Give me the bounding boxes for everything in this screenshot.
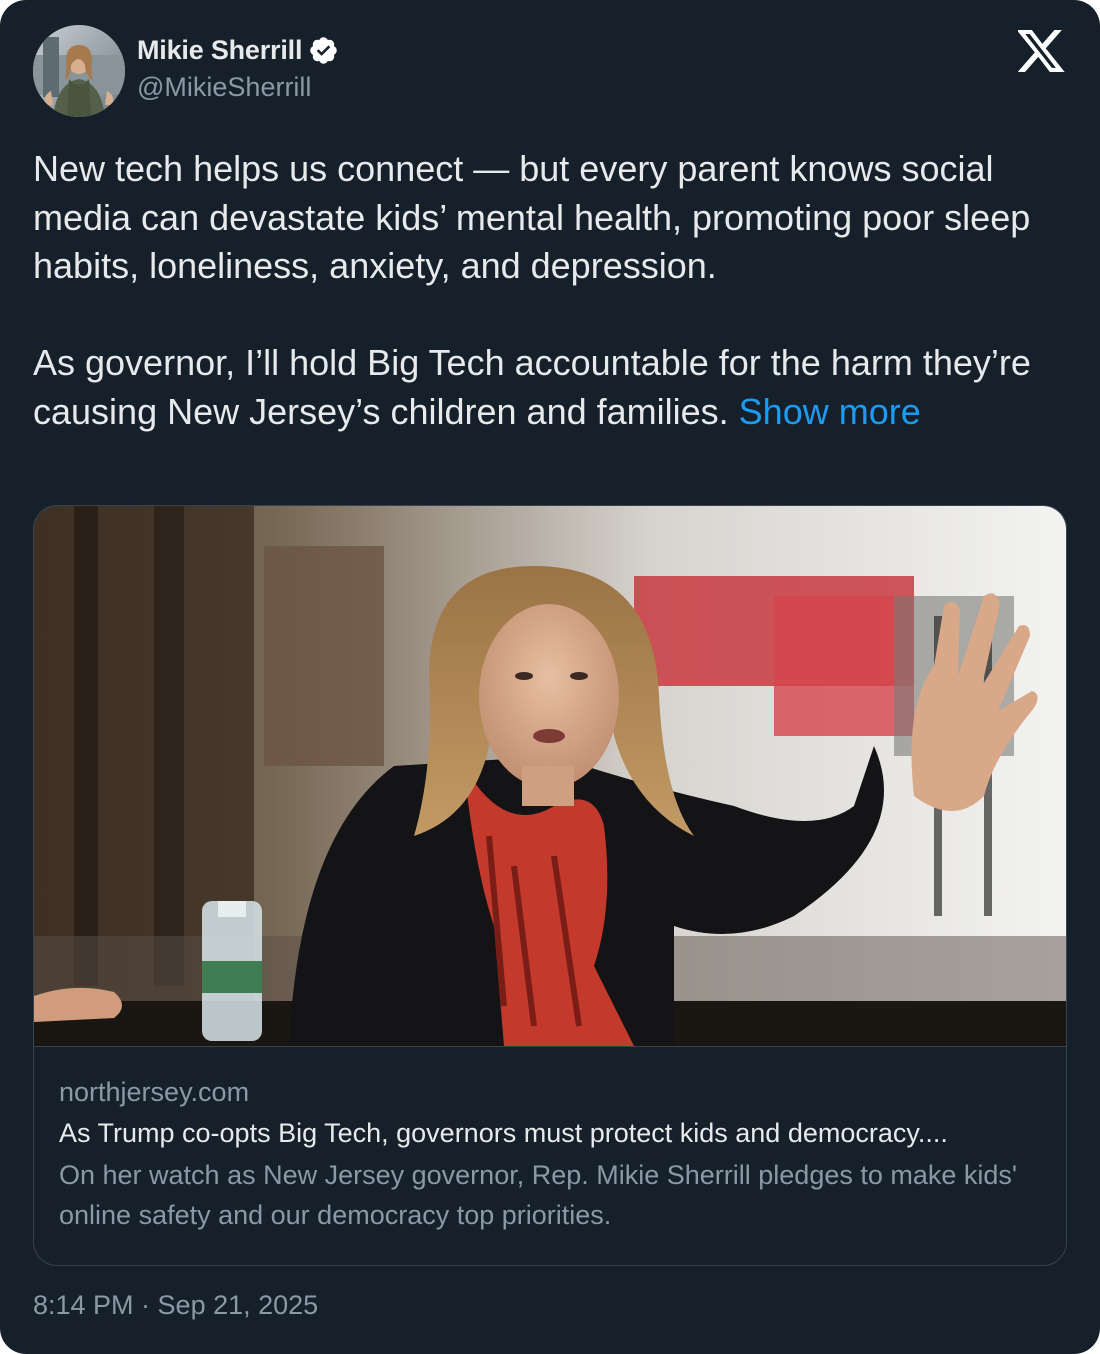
x-logo-icon[interactable] [1016,30,1066,72]
author-handle[interactable]: @MikieSherrill [137,72,339,103]
link-preview-card[interactable]: northjersey.com As Trump co-opts Big Tec… [33,505,1067,1266]
verified-badge-icon [308,35,339,66]
tweet-card: Mikie Sherrill @MikieSherrill New tech h… [0,0,1100,1354]
tweet-timestamp[interactable]: 8:14 PM · Sep 21, 2025 [33,1290,318,1321]
link-title[interactable]: As Trump co-opts Big Tech, governors mus… [59,1111,1049,1155]
tweet-text: New tech helps us connect — but every pa… [33,145,1073,436]
tweet-paragraph-1: New tech helps us connect — but every pa… [33,148,1041,286]
link-description: On her watch as New Jersey governor, Rep… [59,1160,1018,1230]
author-info: Mikie Sherrill @MikieSherrill [137,30,339,103]
link-preview-image[interactable] [34,506,1066,1047]
author-name-row: Mikie Sherrill [137,30,339,70]
show-more-link[interactable]: Show more [739,391,921,432]
author-avatar[interactable] [33,25,125,117]
link-preview-meta: northjersey.com As Trump co-opts Big Tec… [59,1073,1049,1235]
avatar-photo-icon [33,25,125,117]
link-domain: northjersey.com [59,1077,250,1107]
article-photo-icon [34,506,1066,1046]
author-display-name[interactable]: Mikie Sherrill [137,35,302,66]
